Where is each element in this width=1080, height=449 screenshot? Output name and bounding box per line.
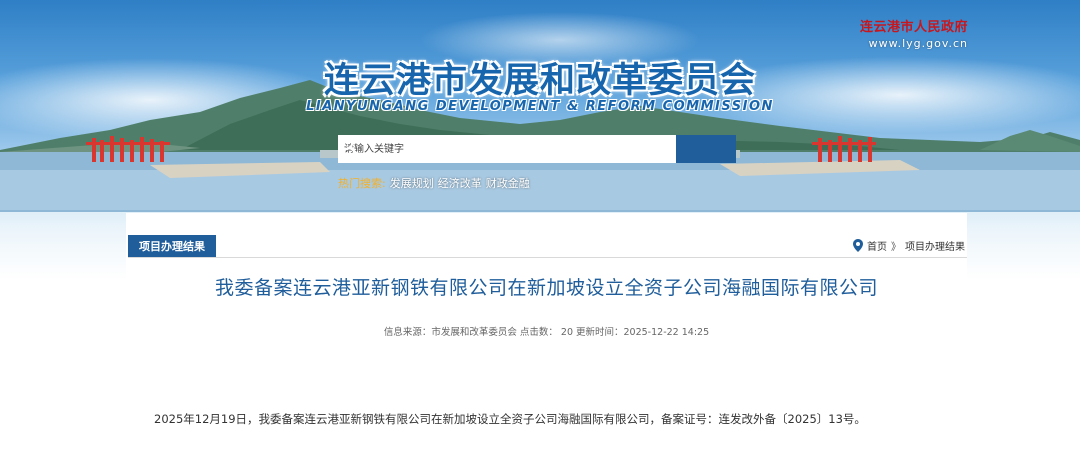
hot-search-link[interactable]: 财政金融 bbox=[486, 175, 530, 191]
breadcrumb: 首页 》 项目办理结果 bbox=[853, 238, 965, 253]
gov-logo[interactable]: 连云港市人民政府 www.lyg.gov.cn bbox=[860, 16, 968, 50]
article-meta: 信息来源：市发展和改革委员会 点击数： 20 更新时间：2025-12-22 1… bbox=[383, 327, 710, 338]
hot-search: 热门搜索: 发展规划 经济改革 财政金融 bbox=[338, 175, 530, 191]
section-divider bbox=[128, 257, 967, 258]
search-button[interactable] bbox=[338, 135, 736, 163]
content-panel: 项目办理结果 首页 》 项目办理结果 我委备案连云港亚新钢铁有限公司在新加坡设立… bbox=[126, 213, 967, 449]
article-title: 我委备案连云港亚新钢铁有限公司在新加坡设立全资子公司海融国际有限公司 bbox=[214, 277, 878, 299]
gov-url: www.lyg.gov.cn bbox=[868, 37, 968, 50]
hot-search-label: 热门搜索: bbox=[338, 177, 386, 190]
breadcrumb-separator: 》 bbox=[891, 242, 901, 253]
article-body: 2025年12月19日，我委备案连云港亚新钢铁有限公司在新加坡设立全资子公司海融… bbox=[154, 412, 866, 426]
breadcrumb-current[interactable]: 项目办理结果 bbox=[905, 238, 965, 253]
gov-name: 连云港市人民政府 bbox=[859, 20, 968, 35]
search-bar bbox=[338, 135, 736, 163]
hot-search-link[interactable]: 经济改革 bbox=[438, 175, 482, 191]
search-icon bbox=[338, 135, 358, 155]
site-title: 连云港市发展和改革委员会 bbox=[323, 61, 756, 101]
hot-search-link[interactable]: 发展规划 bbox=[390, 175, 434, 191]
search-input[interactable] bbox=[338, 135, 676, 163]
location-pin-icon bbox=[853, 239, 863, 252]
section-tab: 项目办理结果 bbox=[128, 235, 216, 258]
breadcrumb-home[interactable]: 首页 bbox=[867, 238, 887, 253]
site-subtitle: LIANYUNGANG DEVELOPMENT & REFORM COMMISS… bbox=[306, 99, 774, 114]
